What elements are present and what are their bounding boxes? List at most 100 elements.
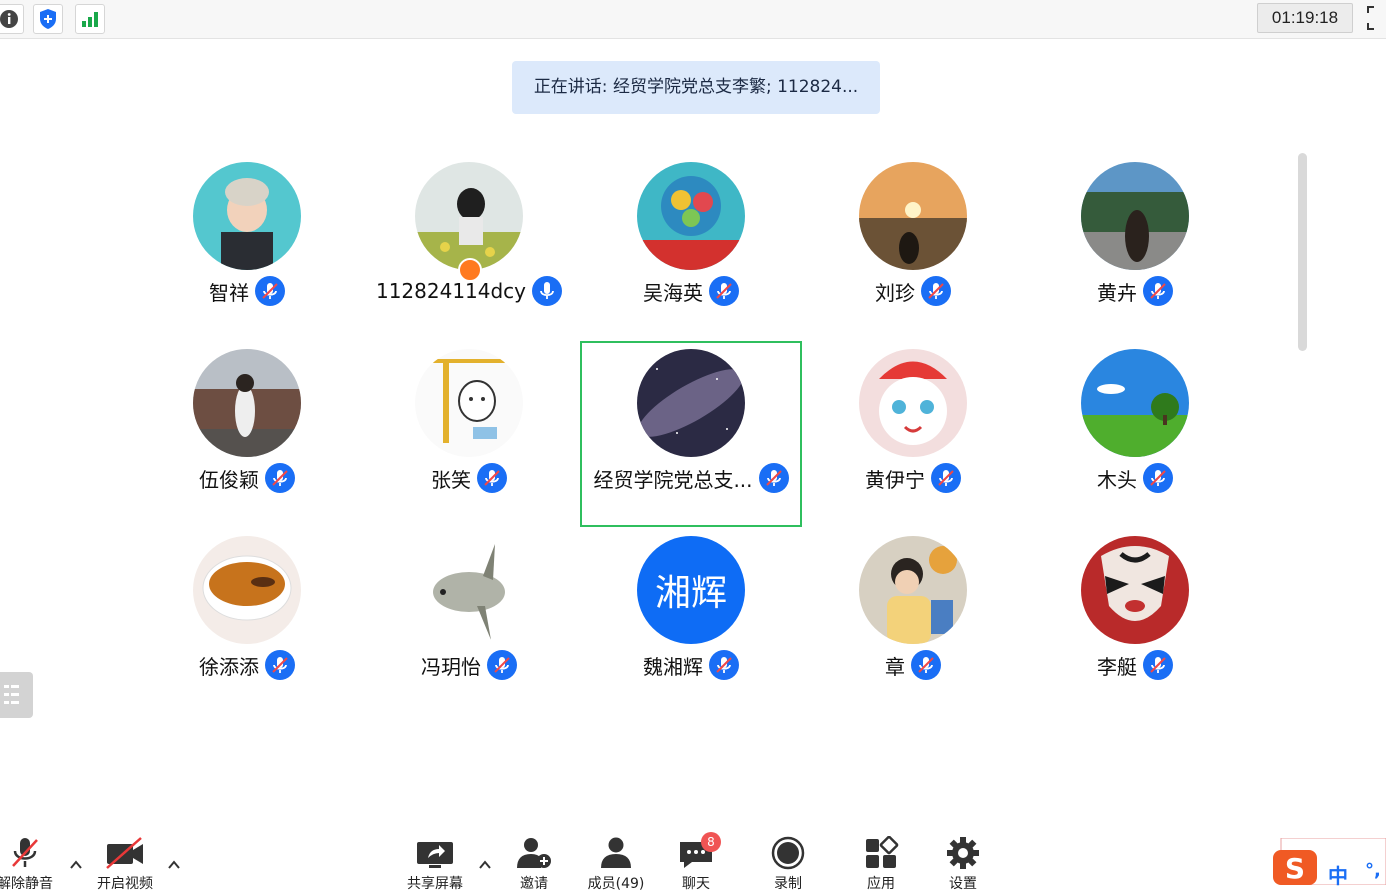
video-off-icon [106,837,143,869]
mic-muted-icon[interactable] [911,650,941,680]
share-screen-icon [417,842,453,868]
settings-label: 设置 [949,876,977,892]
info-icon[interactable] [0,4,24,34]
participant-tile[interactable]: 冯玥怡 [358,528,580,714]
participant-name: 伍俊颖 [199,467,259,492]
participant-name: 112824114dcy [375,279,527,303]
participant-name: 魏湘辉 [643,654,703,679]
share-screen-label: 共享屏幕 [407,876,463,892]
chevron-up-icon[interactable] [478,856,492,869]
avatar [859,536,967,644]
meeting-timer: 01:19:18 [1257,3,1353,33]
participant-tile[interactable]: 伍俊颖 [136,341,358,527]
participant-name: 吴海英 [643,280,703,305]
mic-muted-icon [12,838,38,867]
participant-name: 黄伊宁 [865,467,925,492]
members-icon [601,837,631,868]
list-view-toggle[interactable] [0,672,33,718]
participant-tile[interactable]: 112824114dcy [358,154,580,340]
avatar [637,162,745,270]
mic-muted-icon[interactable] [1143,463,1173,493]
participant-name: 李艇 [1097,654,1137,679]
list-icon [4,685,19,704]
members-button[interactable]: 成员(49) [581,836,651,892]
apps-button[interactable]: 应用 [846,836,916,892]
chevron-up-icon[interactable] [69,856,83,869]
avatar [415,536,523,644]
unmute-label: 解除静音 [0,876,53,892]
mic-muted-icon[interactable] [931,463,961,493]
avatar [415,349,523,457]
settings-button[interactable]: 设置 [928,836,998,892]
participant-tile[interactable]: 湘辉 魏湘辉 [580,528,802,714]
speaking-banner: 正在讲话: 经贸学院党总支李繁; 112824... [512,61,880,114]
participant-name: 木头 [1097,467,1137,492]
mic-muted-icon[interactable] [709,276,739,306]
mic-on-icon[interactable] [532,276,563,306]
mic-muted-icon[interactable] [1143,276,1173,306]
participant-name: 智祥 [209,280,249,305]
participant-name: 章 [885,654,905,679]
avatar [193,536,301,644]
participant-name: 黄卉 [1097,280,1137,305]
avatar [859,162,967,270]
record-icon [771,836,805,870]
participant-tile[interactable]: 刘珍 [802,154,1024,340]
participant-name: 冯玥怡 [421,654,481,679]
mic-muted-icon[interactable] [265,463,295,493]
participant-name: 张笑 [431,467,471,492]
top-bar: 01:19:18 [0,0,1386,39]
mic-muted-icon[interactable] [477,463,507,493]
avatar [1081,162,1189,270]
chevron-up-icon[interactable] [167,856,181,869]
participant-tile-active[interactable]: 经贸学院党总支... [580,341,802,527]
avatar [637,349,745,457]
signal-icon[interactable] [75,4,105,34]
chat-label: 聊天 [682,876,710,892]
participant-tile[interactable]: 李艇 [1024,528,1246,714]
invite-label: 邀请 [520,876,548,892]
participant-tile[interactable]: 智祥 [136,154,358,340]
record-button[interactable]: 录制 [753,836,823,892]
participant-tile[interactable]: 木头 [1024,341,1246,527]
avatar [859,349,967,457]
invite-button[interactable]: 邀请 [499,836,569,892]
avatar [193,349,301,457]
avatar [193,162,301,270]
share-screen-button[interactable]: 共享屏幕 [400,836,470,892]
ime-toolbar[interactable]: S 中 °, [1273,837,1386,888]
grid-scrollbar[interactable] [1298,153,1307,351]
meeting-toolbar: 解除静音 开启视频 共享屏幕 邀请 成员(49) 8 聊天 录制 应用 设置 [0,820,1386,892]
avatar [415,162,523,270]
participant-tile[interactable]: 张笑 [358,341,580,527]
unmute-button[interactable]: 解除静音 [0,836,60,892]
participant-tile[interactable]: 黄伊宁 [802,341,1024,527]
ime-punctuation-label[interactable]: °, [1365,860,1381,881]
security-shield-icon[interactable] [33,4,63,34]
participant-tile[interactable]: 章 [802,528,1024,714]
apps-label: 应用 [867,876,895,892]
participant-tile[interactable]: 吴海英 [580,154,802,340]
participant-name: 刘珍 [875,280,915,305]
mic-muted-icon[interactable] [921,276,951,306]
avatar-initials: 湘辉 [637,536,745,644]
record-label: 录制 [774,876,802,892]
mic-muted-icon[interactable] [265,650,295,680]
participant-name: 徐添添 [199,654,259,679]
participant-tile[interactable]: 黄卉 [1024,154,1246,340]
chat-button[interactable]: 8 聊天 [661,832,731,892]
fullscreen-icon[interactable] [1366,5,1382,31]
start-video-label: 开启视频 [97,876,153,892]
participant-tile[interactable]: 徐添添 [136,528,358,714]
participant-name: 经贸学院党总支... [593,467,753,492]
mic-muted-icon[interactable] [758,463,789,493]
mic-muted-icon[interactable] [255,276,285,306]
add-person-icon [517,838,551,868]
gear-icon [947,837,979,869]
mic-muted-icon[interactable] [709,650,739,680]
avatar [1081,536,1189,644]
chat-unread-badge: 8 [701,832,721,852]
start-video-button[interactable]: 开启视频 [90,836,160,892]
mic-muted-icon[interactable] [1143,650,1173,680]
mic-muted-icon[interactable] [487,650,517,680]
